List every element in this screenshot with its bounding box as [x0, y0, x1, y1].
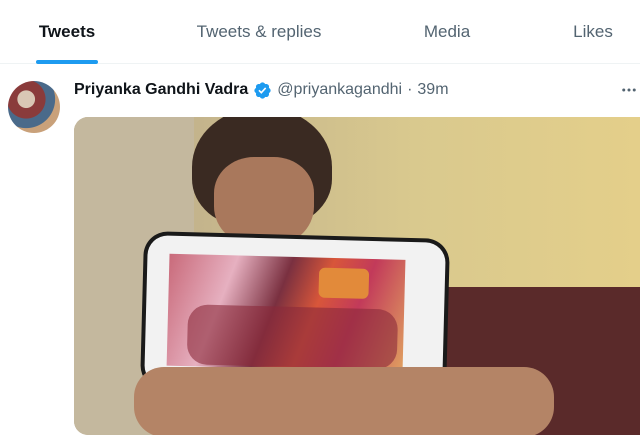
tab-tweets-and-replies[interactable]: Tweets & replies	[170, 0, 348, 64]
tab-label: Tweets & replies	[196, 22, 322, 41]
author-handle[interactable]: @priyankagandhi	[277, 81, 402, 99]
author-name[interactable]: Priyanka Gandhi Vadra	[74, 81, 248, 99]
tweet[interactable]: Priyanka Gandhi Vadra @priyankagandhi · …	[0, 65, 640, 435]
tweet-timestamp[interactable]: 39m	[417, 81, 448, 99]
media-hand	[134, 367, 554, 435]
profile-tabs: Tweets Tweets & replies Media Likes	[0, 0, 640, 64]
media-crowd	[186, 304, 399, 370]
media-phone-screen	[166, 253, 406, 372]
media-figure-face	[214, 157, 314, 247]
tweet-media-video[interactable]	[74, 117, 640, 435]
tab-media[interactable]: Media	[400, 0, 494, 64]
tab-likes[interactable]: Likes	[556, 0, 630, 64]
more-options-icon[interactable]	[618, 79, 640, 101]
tab-tweets[interactable]: Tweets	[0, 0, 134, 64]
separator-dot: ·	[407, 81, 413, 98]
verified-badge-icon	[253, 81, 272, 100]
media-flag	[318, 267, 370, 299]
tab-label: Tweets	[38, 22, 96, 41]
active-tab-indicator	[36, 60, 98, 64]
tab-label: Likes	[573, 22, 613, 41]
avatar[interactable]	[8, 81, 60, 133]
tweet-header: Priyanka Gandhi Vadra @priyankagandhi · …	[74, 79, 449, 101]
tab-label: Media	[423, 22, 471, 41]
